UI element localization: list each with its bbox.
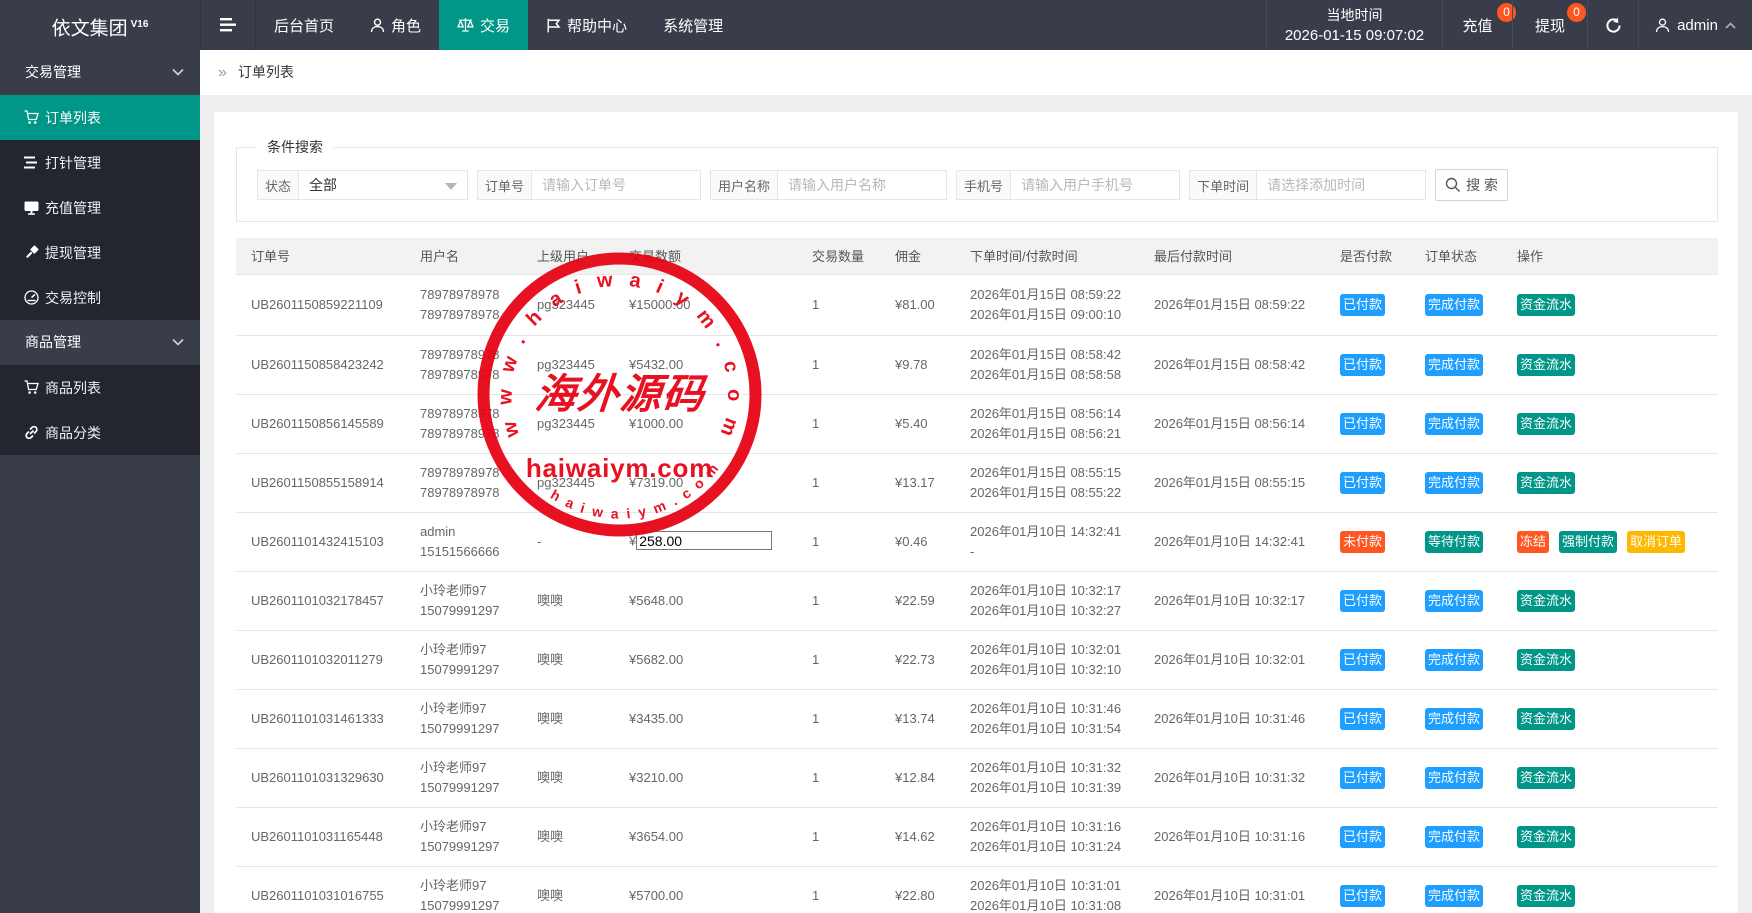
svg-text:haiwaiym.com: haiwaiym.com (526, 453, 713, 483)
svg-text:海外源码: 海外源码 (533, 371, 709, 417)
